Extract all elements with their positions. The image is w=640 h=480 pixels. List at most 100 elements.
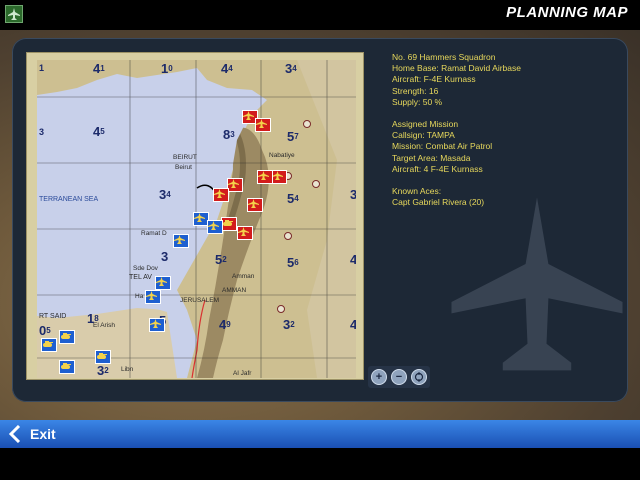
aces-heading: Known Aces: <box>392 186 442 197</box>
tank-icon <box>61 333 71 339</box>
sector-number: 34 <box>285 61 297 76</box>
sector-number: 32 <box>283 317 295 332</box>
mission-heading: Assigned Mission <box>392 119 459 130</box>
sector-number: 3 <box>350 187 356 202</box>
mission-type: Mission: Combat Air Patrol <box>392 141 493 152</box>
fighter-jet-icon <box>214 189 225 198</box>
zoom-in-button[interactable]: + <box>371 369 387 385</box>
fighter-jet-icon <box>258 171 269 180</box>
exit-button[interactable]: Exit <box>8 422 88 446</box>
sector-number: 10 <box>161 61 173 76</box>
tank-icon <box>223 220 233 226</box>
sector-number: 49 <box>219 317 231 332</box>
callsign: Callsign: TAMPA <box>392 130 455 141</box>
fighter-jet-icon <box>238 227 249 236</box>
sector-number: 05 <box>39 323 51 338</box>
sector-number: 18 <box>87 311 99 326</box>
friendly-air-unit[interactable] <box>173 234 189 248</box>
friendly-ground-unit[interactable] <box>59 330 75 344</box>
strength: Strength: 16 <box>392 85 439 96</box>
bottom-bar: Exit <box>0 420 640 448</box>
fighter-jet-icon <box>194 213 205 222</box>
sector-number: 3 <box>161 249 169 264</box>
friendly-air-unit[interactable] <box>207 220 223 234</box>
planning-map[interactable]: TERRANEAN SEA BEIRUT Beirut Nabatiye Ram… <box>37 60 356 378</box>
jet-icon <box>8 8 20 20</box>
zoom-out-button[interactable]: − <box>391 369 407 385</box>
airbase-marker[interactable] <box>303 120 311 128</box>
place-label: Nabatiye <box>269 152 295 159</box>
friendly-air-unit[interactable] <box>155 276 171 290</box>
recenter-icon <box>414 372 424 382</box>
place-label: TEL AV <box>129 274 152 281</box>
airbase-marker[interactable] <box>284 232 292 240</box>
fighter-jet-icon <box>272 171 283 180</box>
fighter-jet-icon <box>256 119 267 128</box>
page-title: PLANNING MAP <box>506 4 628 21</box>
hostile-air-unit[interactable] <box>255 118 271 132</box>
ace-entry[interactable]: Capt Gabriel Rivera (20) <box>392 197 622 208</box>
exit-label: Exit <box>30 426 56 442</box>
sector-number: 41 <box>93 61 105 76</box>
place-label: Libn <box>121 366 134 373</box>
hostile-air-unit[interactable] <box>213 188 229 202</box>
place-label: Amman <box>232 273 255 280</box>
place-label: AMMAN <box>222 287 247 294</box>
top-bar: PLANNING MAP <box>0 0 640 30</box>
hostile-air-unit[interactable] <box>227 178 243 192</box>
mission-aircraft: Aircraft: 4 F-4E Kurnass <box>392 163 483 174</box>
place-label: Ha <box>135 293 144 300</box>
recenter-button[interactable] <box>411 369 427 385</box>
hostile-ground-unit[interactable] <box>221 217 237 231</box>
friendly-ground-unit[interactable] <box>59 360 75 374</box>
menu-button[interactable] <box>5 5 23 23</box>
sea-label: TERRANEAN SEA <box>39 196 99 203</box>
airbase-marker[interactable] <box>277 305 285 313</box>
sector-number: 56 <box>287 255 299 270</box>
sector-number: 4 <box>350 252 356 267</box>
hostile-air-unit[interactable] <box>257 170 273 184</box>
tank-icon <box>43 341 53 347</box>
sector-number: 3 <box>39 127 45 137</box>
fighter-jet-icon <box>146 291 157 300</box>
sector-number: 32 <box>97 363 109 378</box>
place-label: BEIRUT <box>173 154 197 161</box>
friendly-ground-unit[interactable] <box>95 350 111 364</box>
fighter-jet-icon <box>243 111 254 120</box>
fighter-jet-icon <box>156 277 167 286</box>
hostile-air-unit[interactable] <box>237 226 253 240</box>
sector-number: 1 <box>39 63 45 73</box>
fighter-jet-icon <box>228 179 239 188</box>
hostile-air-unit[interactable] <box>271 170 287 184</box>
squadron-info-panel: No. 69 Hammers Squadron Home Base: Ramat… <box>392 52 622 208</box>
place-label: Al Jafr <box>233 370 252 377</box>
fighter-jet-icon <box>150 319 161 328</box>
sector-number: 52 <box>215 252 227 267</box>
supply: Supply: 50 % <box>392 96 443 107</box>
target-area: Target Area: Masada <box>392 152 471 163</box>
sector-number: 45 <box>93 124 105 139</box>
place-label: RT SAID <box>39 313 67 320</box>
sector-number: 34 <box>159 187 171 202</box>
place-label: JERUSALEM <box>180 297 220 304</box>
footer-strip <box>0 448 640 480</box>
place-label: Beirut <box>175 164 192 171</box>
friendly-air-unit[interactable] <box>145 290 161 304</box>
squadron-name: No. 69 Hammers Squadron <box>392 52 496 62</box>
fighter-jet-icon <box>248 199 259 208</box>
aircraft-type: Aircraft: F-4E Kurnass <box>392 74 476 85</box>
tank-icon <box>61 363 71 369</box>
fighter-jet-icon <box>174 235 185 244</box>
home-base: Home Base: Ramat David Airbase <box>392 63 521 74</box>
background-jet-icon <box>451 197 623 371</box>
hostile-air-unit[interactable] <box>247 198 263 212</box>
friendly-air-unit[interactable] <box>149 318 165 332</box>
sector-number: 57 <box>287 129 299 144</box>
place-label: Ramat D <box>141 230 167 237</box>
friendly-ground-unit[interactable] <box>41 338 57 352</box>
zoom-controls: + − <box>368 366 430 388</box>
fighter-jet-icon <box>208 221 219 230</box>
airbase-marker[interactable] <box>312 180 320 188</box>
place-label: Sde Dov <box>133 265 158 272</box>
chevron-left-icon <box>8 425 21 443</box>
